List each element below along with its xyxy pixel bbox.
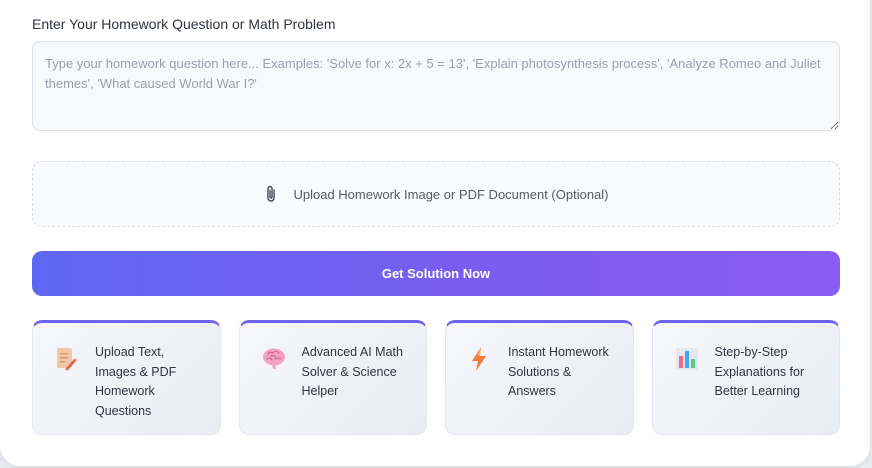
upload-dropzone[interactable]: Upload Homework Image or PDF Document (O… bbox=[32, 161, 840, 227]
feature-card-upload: Upload Text, Images & PDF Homework Quest… bbox=[32, 320, 221, 435]
feature-label: Advanced AI Math Solver & Science Helper bbox=[301, 345, 403, 398]
feature-label: Upload Text, Images & PDF Homework Quest… bbox=[95, 345, 177, 418]
feature-card-instant: Instant Homework Solutions & Answers bbox=[445, 320, 634, 435]
question-textarea[interactable] bbox=[32, 41, 840, 131]
bar-chart-icon bbox=[675, 346, 698, 372]
feature-cards: Upload Text, Images & PDF Homework Quest… bbox=[32, 320, 840, 435]
feature-label: Step-by-Step Explanations for Better Lea… bbox=[714, 345, 805, 398]
upload-label: Upload Homework Image or PDF Document (O… bbox=[293, 186, 609, 202]
document-pencil-icon bbox=[55, 346, 77, 372]
feature-card-step-by-step: Step-by-Step Explanations for Better Lea… bbox=[651, 320, 840, 435]
question-label: Enter Your Homework Question or Math Pro… bbox=[32, 16, 336, 32]
paperclip-icon bbox=[263, 184, 279, 204]
get-solution-button[interactable]: Get Solution Now bbox=[32, 251, 840, 296]
feature-label: Instant Homework Solutions & Answers bbox=[508, 345, 609, 398]
brain-icon bbox=[262, 346, 285, 372]
lightning-icon bbox=[468, 346, 490, 372]
feature-card-ai-solver: Advanced AI Math Solver & Science Helper bbox=[238, 320, 427, 435]
